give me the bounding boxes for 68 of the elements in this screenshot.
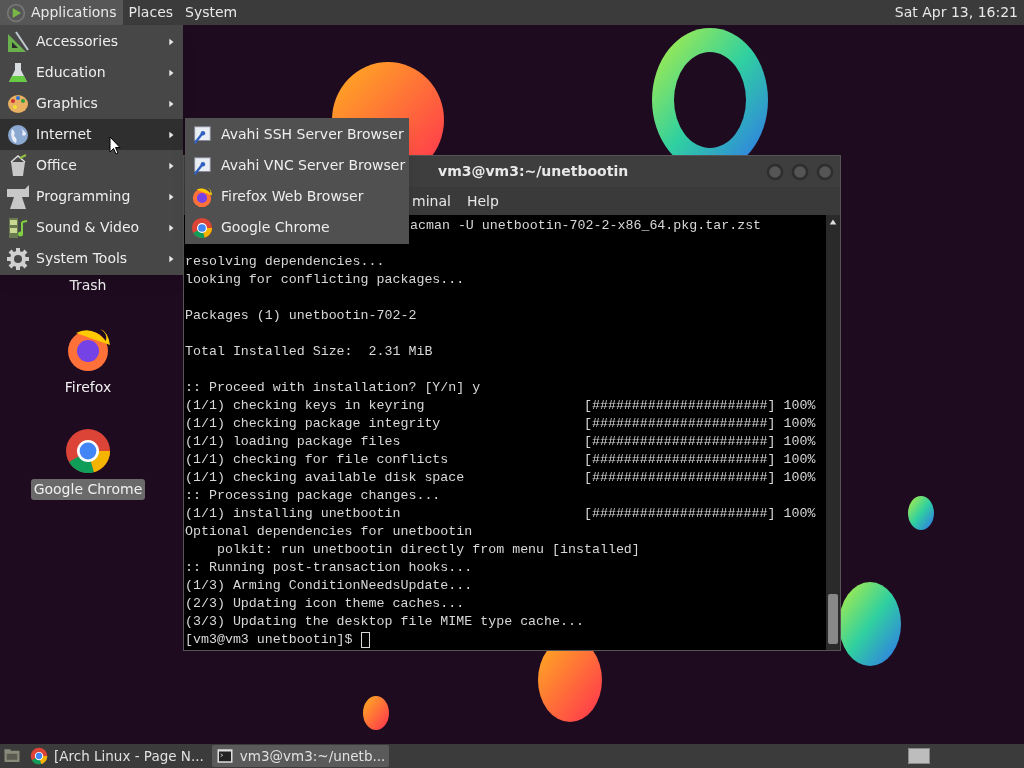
cursor-block <box>360 632 370 648</box>
terminal-line: (1/1) checking package integrity [######################] 100% <box>185 415 816 433</box>
terminal-line: :: Proceed with installation? [Y/n] y <box>185 379 481 397</box>
terminal-line: (1/1) loading package files [######################] 100% <box>185 433 816 451</box>
gear-icon <box>6 246 30 271</box>
chrome-icon <box>191 216 213 239</box>
submenu-item[interactable]: Firefox Web Browser <box>185 181 409 212</box>
menu-item[interactable]: Education <box>0 57 183 88</box>
terminal-line: (3/3) Updating the desktop file MIME type cache... <box>185 613 584 631</box>
anvil-icon <box>6 184 30 209</box>
prompt-line: [vm3@vm3 unetbootin]$ <box>185 631 354 649</box>
terminal-line: (1/1) checking available disk space [######################] 100% <box>185 469 816 487</box>
panel-menu[interactable]: Applications <box>0 0 123 25</box>
terminal-line: (1/1) checking keys in keyring [######################] 100% <box>185 397 816 415</box>
terminal-line: (2/3) Updating icon theme caches... <box>185 595 465 613</box>
menu-item[interactable]: Sound & Video <box>0 212 183 243</box>
window-title: vm3@vm3:~/unetbootin <box>438 162 629 181</box>
terminal-line: :: Running post-transaction hooks... <box>185 559 473 577</box>
submenu-item[interactable]: Avahi VNC Server Browser <box>185 150 409 181</box>
magnifier-window-icon <box>191 123 213 146</box>
menu-item[interactable]: Graphics <box>0 88 183 119</box>
panel-menu[interactable]: Places <box>122 0 180 25</box>
terminal-line: Total Installed Size: 2.31 MiB <box>185 343 433 361</box>
chrome-icon <box>64 427 112 475</box>
terminal-line: (1/3) Arming ConditionNeedsUpdate... <box>185 577 473 595</box>
menu-item[interactable]: Office <box>0 150 183 181</box>
terminal-line: resolving dependencies... <box>185 253 385 271</box>
terminal-line: :: Processing package changes... <box>185 487 441 505</box>
terminal-line: acman -U unetbootin-702-2-x86_64.pkg.tar.zst <box>410 217 762 235</box>
magnifier-window-icon <box>191 154 213 177</box>
window-control-icon <box>815 161 835 182</box>
window-control-icon <box>765 161 785 182</box>
terminal-line: Packages (1) unetbootin-702-2 <box>185 307 417 325</box>
taskbar-button[interactable]: vm3@vm3:~/unetb... <box>211 745 390 767</box>
submenu-item[interactable]: Avahi SSH Server Browser <box>185 119 409 150</box>
film-music-icon <box>6 215 30 240</box>
window-control-icon <box>790 161 810 182</box>
terminal-line: Optional dependencies for unetbootin <box>185 523 473 541</box>
desktop-icon-label[interactable]: Firefox <box>61 377 115 398</box>
terminal-line: looking for conflicting packages... <box>185 271 465 289</box>
menu-item[interactable]: Accessories <box>0 26 183 57</box>
panel-menu[interactable]: System <box>179 0 244 25</box>
menu-item[interactable]: Programming <box>0 181 183 212</box>
cursor-icon <box>109 136 121 155</box>
terminal-line: (1/1) installing unetbootin [######################] 100% <box>185 505 816 523</box>
terminal-line: polkit: run unetbootin directly from menu [installed] <box>215 541 640 559</box>
taskbar-button[interactable]: [Arch Linux - Page N... <box>26 745 208 767</box>
scrollbar-thumb[interactable] <box>828 594 838 644</box>
menu-item[interactable]: System Tools <box>0 243 183 274</box>
menu-item[interactable]: minal <box>410 190 453 212</box>
flask-icon <box>6 60 30 85</box>
scroll-up-icon <box>828 217 838 227</box>
terminal-line: (1/1) checking for file conflicts [######################] 100% <box>185 451 816 469</box>
terminal-icon <box>215 747 234 765</box>
desktop-icon-label[interactable]: Trash <box>66 275 110 296</box>
submenu-item[interactable]: Google Chrome <box>185 212 409 243</box>
menu-item[interactable]: Internet <box>0 119 183 150</box>
globe-icon <box>6 122 30 147</box>
menu-logo-icon <box>6 2 26 23</box>
desktop-icon-label[interactable]: Google Chrome <box>30 479 146 500</box>
workspace-switcher[interactable] <box>908 748 930 764</box>
chrome-icon <box>30 747 48 765</box>
menu-item[interactable]: Help <box>464 190 501 212</box>
ruler-icon <box>6 29 30 54</box>
clock: Sat Apr 13, 16:21 <box>894 3 1019 22</box>
show-desktop-icon <box>2 747 22 765</box>
scrollbar[interactable] <box>826 215 840 650</box>
firefox-icon <box>191 185 213 208</box>
